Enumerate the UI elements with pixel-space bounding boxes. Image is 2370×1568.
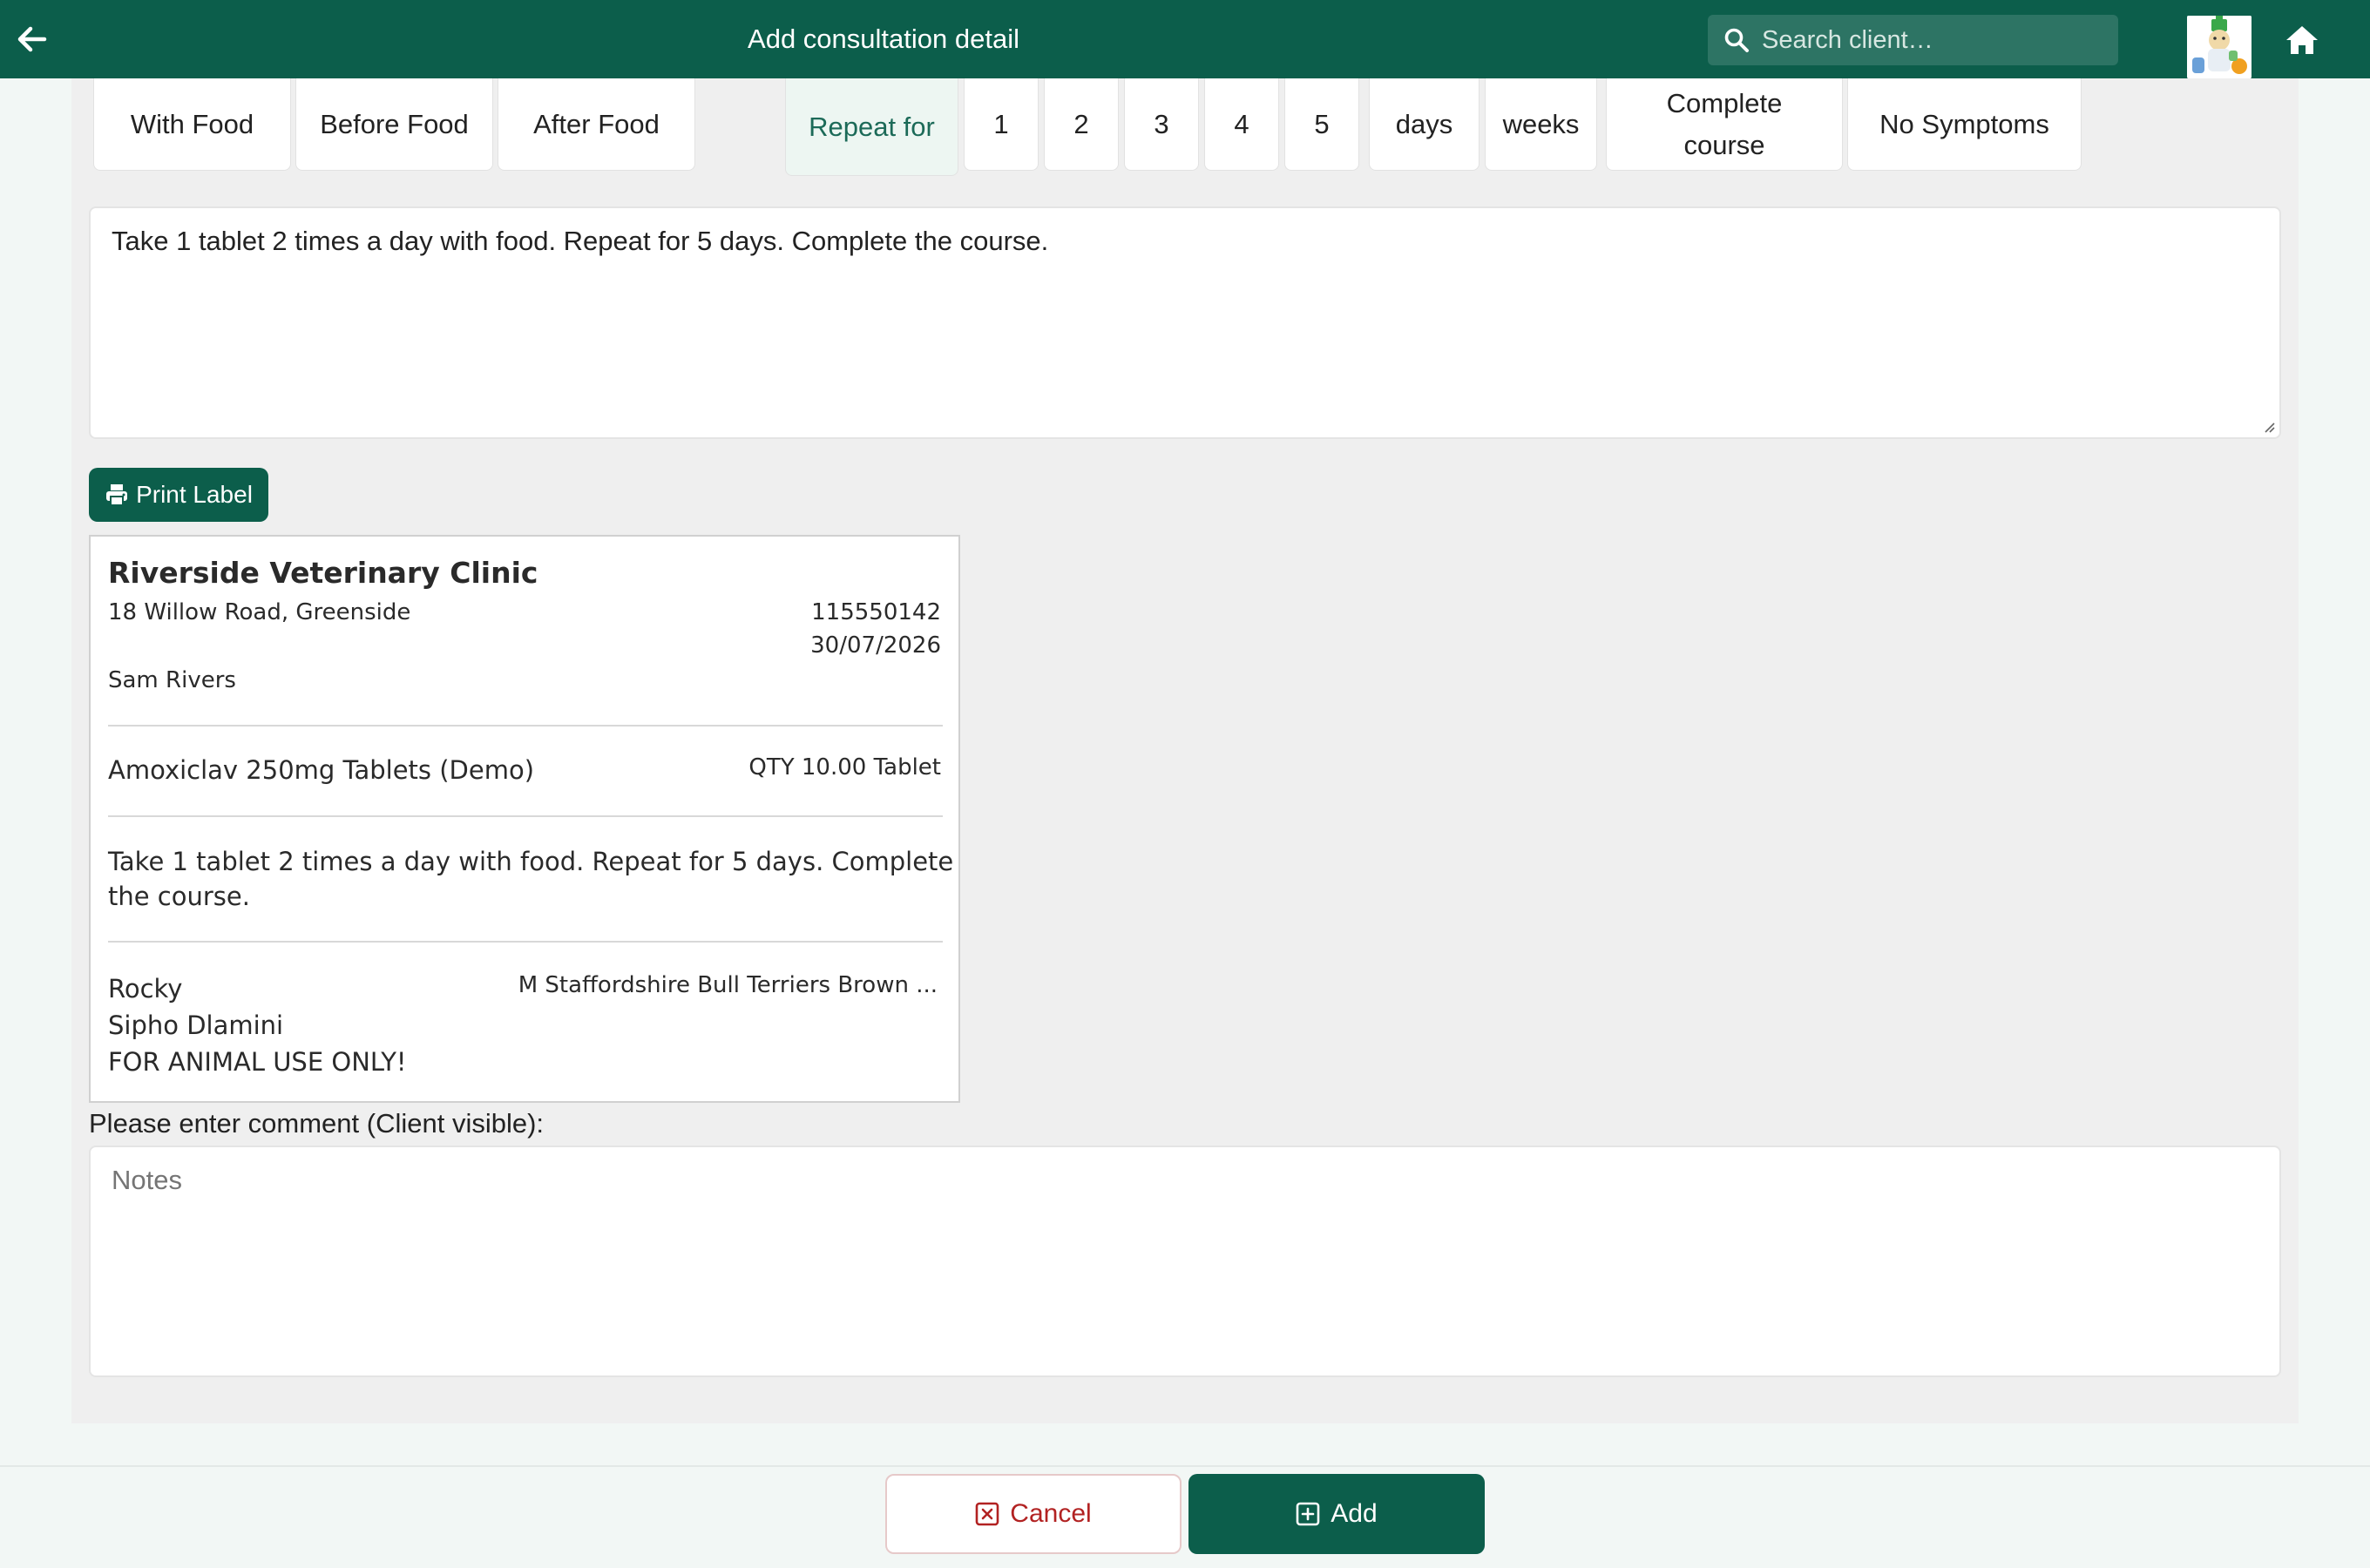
client-search[interactable] (1708, 15, 2118, 65)
label-instructions-line2: the course. (108, 882, 250, 911)
label-date: 30/07/2026 (810, 632, 941, 659)
instructions-text: Take 1 tablet 2 times a day with food. R… (112, 226, 1049, 256)
instructions-textarea[interactable]: Take 1 tablet 2 times a day with food. R… (89, 206, 2281, 439)
resize-grip-icon[interactable] (2262, 420, 2276, 434)
printer-icon (106, 484, 128, 506)
plus-square-icon (1296, 1502, 1320, 1526)
cancel-button[interactable]: Cancel (885, 1474, 1182, 1554)
animal-use-disclaimer: FOR ANIMAL USE ONLY! (108, 1047, 407, 1077)
clinic-address: 18 Willow Road, Greenside (108, 599, 411, 625)
vet-name: Sam Rivers (108, 667, 236, 693)
patient-details: M Staffordshire Bull Terriers Brown ... (518, 972, 938, 998)
print-label-text: Print Label (136, 481, 253, 508)
product-quantity: QTY 10.00 Tablet (748, 754, 941, 781)
divider (108, 725, 943, 727)
action-footer (0, 1465, 2370, 1568)
chip-with-food[interactable]: With Food (93, 78, 291, 171)
avatar[interactable] (2187, 16, 2252, 78)
patient-name: Rocky (108, 974, 183, 1004)
comment-textarea[interactable] (89, 1146, 2281, 1377)
chip-before-food[interactable]: Before Food (295, 78, 493, 171)
back-button[interactable] (9, 16, 56, 63)
search-icon (1722, 25, 1751, 55)
cancel-label: Cancel (1010, 1499, 1092, 1528)
chip-weeks[interactable]: weeks (1485, 78, 1597, 171)
arrow-left-icon (17, 26, 47, 52)
chip-days[interactable]: days (1369, 78, 1480, 171)
chip-complete-line2: course (1683, 129, 1765, 160)
page-title: Add consultation detail (748, 24, 1019, 54)
label-preview: Riverside Veterinary Clinic 18 Willow Ro… (89, 535, 960, 1103)
clinic-phone: 115550142 (811, 599, 941, 625)
add-button[interactable]: Add (1188, 1474, 1485, 1554)
chip-number-3[interactable]: 3 (1124, 78, 1199, 171)
chip-repeat-for[interactable]: Repeat for (785, 78, 958, 176)
home-button[interactable] (2279, 17, 2325, 63)
divider (108, 815, 943, 817)
clinic-name: Riverside Veterinary Clinic (108, 556, 538, 590)
add-label: Add (1331, 1499, 1378, 1528)
search-input[interactable] (1762, 16, 2118, 64)
top-app-bar: Add consultation detail (0, 0, 2370, 78)
chip-after-food[interactable]: After Food (498, 78, 695, 171)
chip-complete-course[interactable]: Complete course (1606, 78, 1843, 171)
close-square-icon (975, 1502, 999, 1526)
chip-no-symptoms[interactable]: No Symptoms (1847, 78, 2082, 171)
home-icon (2286, 26, 2318, 54)
chip-number-4[interactable]: 4 (1204, 78, 1279, 171)
label-instructions-line1: Take 1 tablet 2 times a day with food. R… (108, 847, 954, 876)
chip-number-2[interactable]: 2 (1044, 78, 1119, 171)
comment-label: Please enter comment (Client visible): (89, 1108, 545, 1139)
product-name: Amoxiclav 250mg Tablets (Demo) (108, 755, 535, 785)
chip-complete-line1: Complete (1666, 87, 1783, 118)
owner-name: Sipho Dlamini (108, 1010, 284, 1040)
chip-number-5[interactable]: 5 (1284, 78, 1359, 171)
chip-number-1[interactable]: 1 (964, 78, 1039, 171)
divider (108, 941, 943, 943)
print-label-button[interactable]: Print Label (89, 468, 268, 522)
